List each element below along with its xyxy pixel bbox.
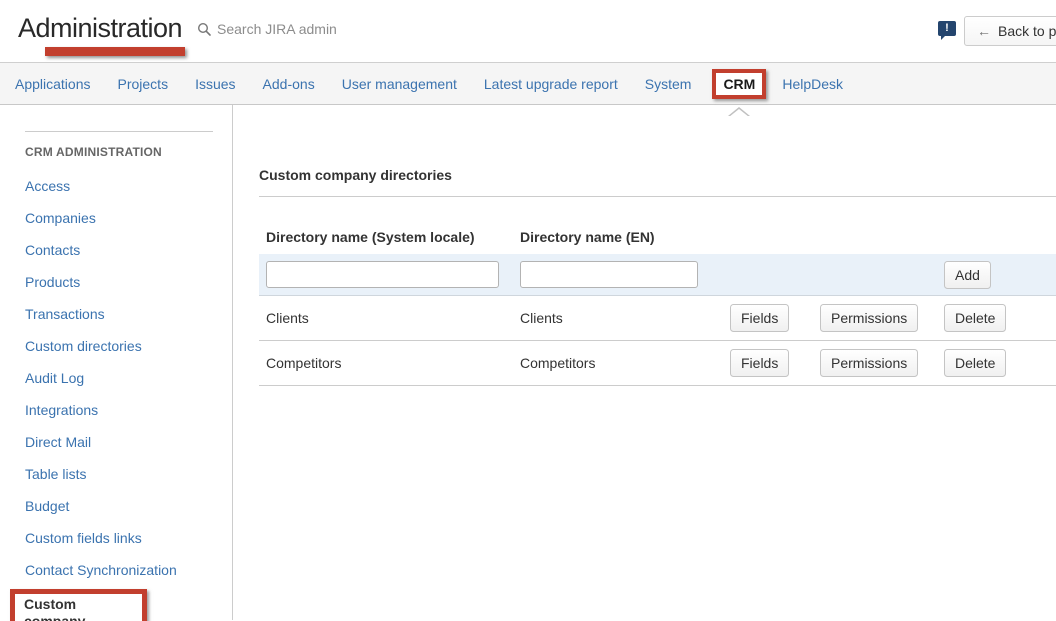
sidebar-item-integrations[interactable]: Integrations (25, 402, 232, 418)
back-to-project-button[interactable]: ← Back to pr (964, 16, 1056, 46)
sidebar-item-companies[interactable]: Companies (25, 210, 232, 226)
delete-button[interactable]: Delete (944, 304, 1006, 332)
sidebar-item-custom-directories[interactable]: Custom directories (25, 338, 232, 354)
admin-nav-list: Applications Projects Issues Add-ons Use… (0, 63, 1056, 104)
sidebar-list: Access Companies Contacts Products Trans… (25, 178, 232, 621)
sidebar-item-direct-mail[interactable]: Direct Mail (25, 434, 232, 450)
content-divider (259, 196, 1056, 197)
main-wrap: CRM ADMINISTRATION Access Companies Cont… (0, 105, 1056, 620)
directory-name-en: Clients (513, 310, 723, 326)
sidebar-item-table-lists[interactable]: Table lists (25, 466, 232, 482)
admin-nav-bar: Applications Projects Issues Add-ons Use… (0, 62, 1056, 105)
app-header: Administration ! ← Back to pr (0, 0, 1056, 62)
nav-item-crm-label: CRM (723, 76, 755, 92)
crm-sidebar: CRM ADMINISTRATION Access Companies Cont… (0, 105, 233, 620)
sidebar-item-custom-fields-links[interactable]: Custom fields links (25, 530, 232, 546)
sidebar-section-title: CRM ADMINISTRATION (25, 145, 232, 159)
directory-name-en: Competitors (513, 355, 723, 371)
nav-item-system[interactable]: System (645, 76, 692, 92)
feedback-bubble-icon[interactable]: ! (938, 21, 956, 36)
column-header-en: Directory name (EN) (513, 229, 723, 254)
nav-item-user-management[interactable]: User management (342, 76, 457, 92)
active-tab-pointer-icon (728, 107, 750, 116)
sidebar-item-contact-synchronization[interactable]: Contact Synchronization (25, 562, 232, 578)
nav-item-crm-active[interactable]: CRM (712, 69, 766, 99)
new-directory-row: Add (259, 254, 1056, 296)
annotation-underline (45, 47, 185, 56)
fields-button[interactable]: Fields (730, 304, 789, 332)
table-row: Clients Clients Fields Permissions Delet… (259, 296, 1056, 341)
content-heading: Custom company directories (259, 167, 1056, 183)
add-button[interactable]: Add (944, 261, 991, 289)
search-icon (197, 22, 212, 37)
permissions-button[interactable]: Permissions (820, 349, 918, 377)
search-input[interactable] (217, 21, 367, 37)
back-arrow-icon: ← (977, 23, 991, 39)
table-row: Competitors Competitors Fields Permissio… (259, 341, 1056, 386)
nav-item-helpdesk[interactable]: HelpDesk (782, 76, 843, 92)
new-directory-locale-input[interactable] (266, 261, 499, 288)
column-header-locale: Directory name (System locale) (259, 229, 513, 254)
sidebar-item-contacts[interactable]: Contacts (25, 242, 232, 258)
sidebar-item-transactions[interactable]: Transactions (25, 306, 232, 322)
nav-item-applications[interactable]: Applications (15, 76, 91, 92)
sidebar-divider (25, 131, 213, 132)
fields-button[interactable]: Fields (730, 349, 789, 377)
permissions-button[interactable]: Permissions (820, 304, 918, 332)
back-button-label: Back to pr (998, 23, 1056, 39)
sidebar-item-products[interactable]: Products (25, 274, 232, 290)
directory-name-locale: Clients (259, 310, 513, 326)
sidebar-item-audit-log[interactable]: Audit Log (25, 370, 232, 386)
nav-item-latest-upgrade-report[interactable]: Latest upgrade report (484, 76, 618, 92)
table-header-row: Directory name (System locale) Directory… (259, 210, 1056, 254)
delete-button[interactable]: Delete (944, 349, 1006, 377)
sidebar-item-access[interactable]: Access (25, 178, 232, 194)
sidebar-item-budget[interactable]: Budget (25, 498, 232, 514)
admin-search (197, 21, 367, 37)
nav-item-projects[interactable]: Projects (118, 76, 169, 92)
sidebar-item-custom-company-directories-active[interactable]: Custom company directories (10, 589, 147, 621)
directory-name-locale: Competitors (259, 355, 513, 371)
content-area: Custom company directories Directory nam… (233, 105, 1056, 620)
new-directory-en-input[interactable] (520, 261, 698, 288)
nav-item-addons[interactable]: Add-ons (263, 76, 315, 92)
page-title: Administration (18, 13, 182, 44)
directories-table: Directory name (System locale) Directory… (259, 210, 1056, 386)
nav-item-issues[interactable]: Issues (195, 76, 235, 92)
jira-admin-page: Administration ! ← Back to pr Applicatio… (0, 0, 1056, 621)
